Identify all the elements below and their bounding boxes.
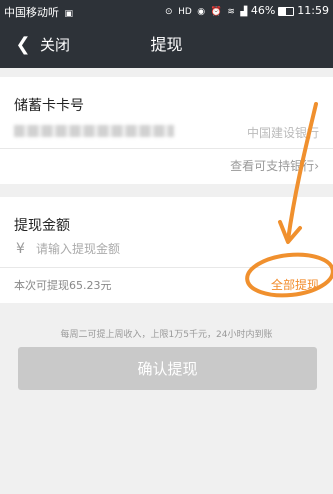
status-bar: 中国移动听 ▣ ⊙ HD ◉ ⏰ ≋ ▟ 46% 11:59 [0,0,333,22]
alarm-icon: ⏰ [210,7,222,17]
hd-icon: HD [178,7,192,17]
bank-name: 中国建设银行 [246,126,319,140]
available-amount: 本次可提现65.23元 [14,279,112,292]
chevron-right-icon: › [314,159,319,173]
nav-bar: ❮ 关闭 提现 [0,22,333,68]
page-title: 提现 [150,35,183,54]
confirm-withdraw-button[interactable]: 确认提现 [18,347,317,390]
clock: 11:59 [297,4,329,17]
amount-label: 提现金额 [14,218,70,234]
carrier-name: 中国移动 [4,6,48,19]
eye-icon: ◉ [197,7,206,17]
bank-card-number-blurred [14,125,174,137]
status-right: ⊙ HD ◉ ⏰ ≋ ▟ 46% 11:59 [163,4,329,17]
amount-section: 提现金额 ¥ 本次可提现65.23元 全部提现 [0,197,333,303]
battery-percent: 46% [250,4,276,17]
wifi-icon: ≋ [227,7,235,17]
currency-symbol: ¥ [16,241,25,257]
withdraw-all-button[interactable]: 全部提现 [271,276,319,293]
bank-card-section: 储蓄卡卡号 中国建设银行 查看可支持银行› [0,77,333,184]
signal-icon: ▟ [240,7,248,17]
view-supported-banks-label: 查看可支持银行 [230,159,315,173]
withdraw-tip: 每周二可提上周收入，上限1万5千元，24小时内到账 [60,330,273,340]
bank-card-label: 储蓄卡卡号 [14,98,84,114]
amount-input[interactable] [36,239,306,259]
view-supported-banks-link[interactable]: 查看可支持银行› [230,157,319,174]
divider [0,267,333,268]
divider [0,148,333,149]
notification-icon: ▣ [64,9,74,19]
listen-icon: 听 [48,6,59,19]
location-icon: ⊙ [165,7,173,17]
status-left: 中国移动听 ▣ [4,4,73,20]
battery-icon [278,6,295,16]
